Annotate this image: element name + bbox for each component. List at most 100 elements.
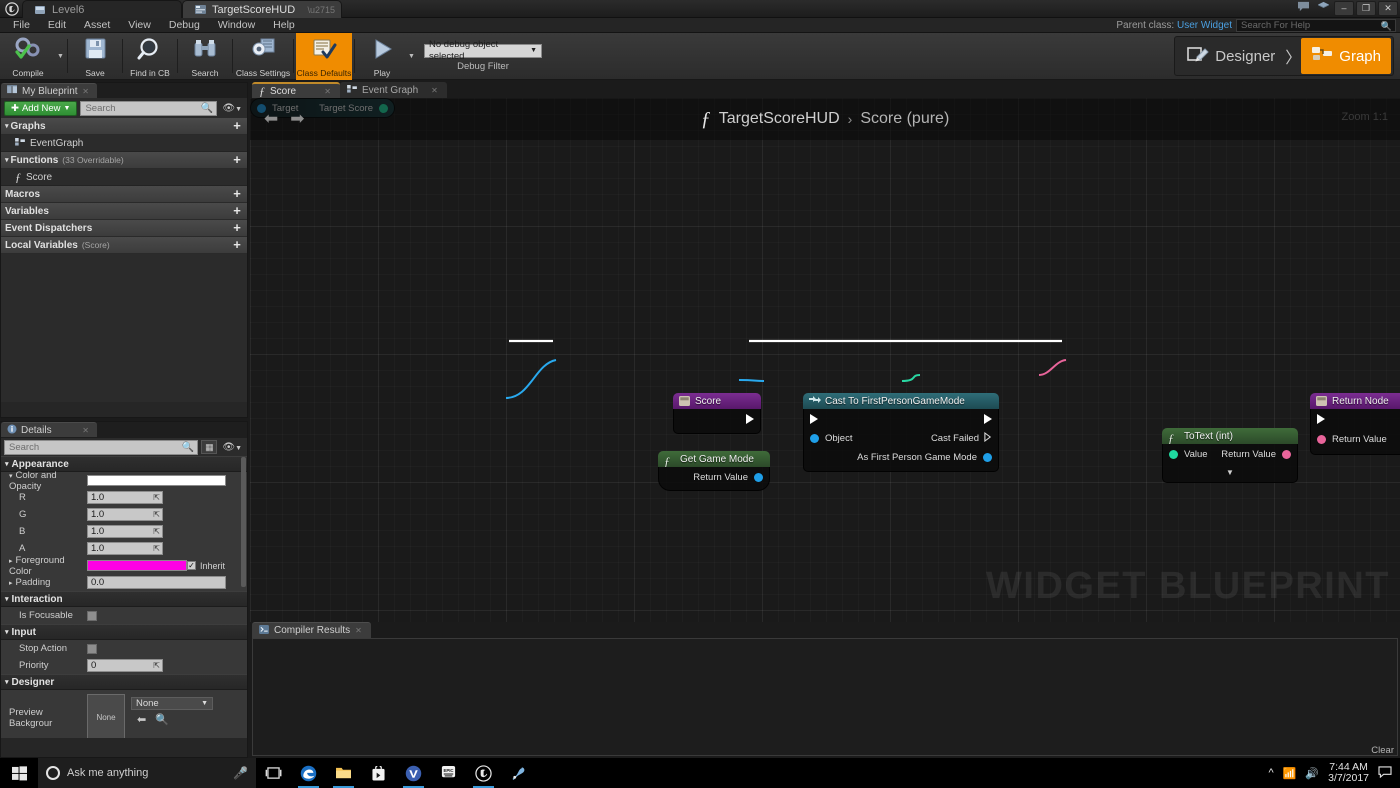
close-icon[interactable]: ✕ <box>82 87 89 96</box>
expander-icon[interactable]: ▾ <box>5 595 9 603</box>
menu-item-edit[interactable]: Edit <box>39 18 75 33</box>
action-center-icon[interactable] <box>1378 765 1392 781</box>
expander-icon[interactable]: ▾ <box>9 473 13 480</box>
g-input[interactable]: 1.0 ⇱ <box>87 508 163 521</box>
parent-class-value[interactable]: User Widget <box>1177 20 1232 31</box>
epic-games-launcher-icon[interactable]: EPIC <box>431 758 466 788</box>
window-tab-level6[interactable]: Level6 <box>22 0 182 18</box>
close-icon[interactable]: ✕ <box>423 86 438 95</box>
close-icon[interactable]: ✕ <box>355 626 362 635</box>
search-button[interactable]: Search <box>180 33 230 80</box>
node-expander-row[interactable]: ▼ <box>1163 465 1297 479</box>
return-value-output-pin[interactable] <box>1282 450 1291 459</box>
section-macros[interactable]: Macros + <box>1 186 247 203</box>
as-first-person-game-mode-output-pin[interactable] <box>983 453 992 462</box>
color-and-opacity-swatch[interactable] <box>87 475 226 486</box>
start-button[interactable] <box>0 758 38 788</box>
expander-icon[interactable]: ▾ <box>5 122 9 130</box>
b-input[interactable]: 1.0 ⇱ <box>87 525 163 538</box>
return-value-output-pin[interactable] <box>754 472 763 482</box>
view-options-button[interactable]: 👁▼ <box>220 103 244 114</box>
is-focusable-checkbox[interactable] <box>87 610 97 621</box>
spinner-icon[interactable]: ⇱ <box>153 526 162 537</box>
exec-output-pin[interactable] <box>746 414 754 424</box>
debug-object-select[interactable]: No debug object selected ▼ <box>424 39 542 62</box>
details-view-options-button[interactable]: 👁▼ <box>220 442 244 453</box>
network-icon[interactable]: 📶 <box>1283 767 1297 780</box>
priority-input[interactable]: 0 ⇱ <box>87 659 163 672</box>
exec-input-pin[interactable] <box>810 414 818 424</box>
navigate-back-button[interactable]: ⬅ <box>264 109 278 129</box>
details-search-input[interactable]: Search 🔍 <box>4 439 199 455</box>
expander-icon[interactable]: ▾ <box>5 628 9 636</box>
add-variable-button[interactable]: + <box>231 204 243 217</box>
close-icon[interactable]: ✕ <box>82 426 89 435</box>
to-text-int-node[interactable]: ƒ ToText (int) Value Return Value ▼ <box>1162 428 1298 483</box>
section-variables[interactable]: Variables + <box>1 203 247 220</box>
tab-compiler-results[interactable]: Compiler Results ✕ <box>252 622 371 638</box>
get-game-mode-node[interactable]: ƒ Get Game Mode Return Value <box>658 451 770 491</box>
file-explorer-icon[interactable] <box>326 758 361 788</box>
expander-icon[interactable]: ▸ <box>9 558 13 565</box>
save-button[interactable]: Save <box>70 33 120 80</box>
category-input[interactable]: ▾ Input <box>1 624 247 640</box>
graph-tab-score[interactable]: ƒ Score ✕ <box>252 82 340 98</box>
play-button[interactable]: Play <box>357 33 407 80</box>
add-function-button[interactable]: + <box>231 153 243 166</box>
inherit-checkbox[interactable]: ✓ <box>187 561 196 570</box>
play-dropdown-icon[interactable]: ▼ <box>407 53 416 60</box>
padding-input[interactable]: 0.0 <box>87 576 226 589</box>
help-search-input[interactable]: Search For Help 🔍 <box>1236 19 1396 32</box>
details-scrollbar[interactable] <box>241 457 246 587</box>
microphone-icon[interactable]: 🎤 <box>233 766 248 780</box>
paint-net-icon[interactable] <box>501 758 536 788</box>
spinner-icon[interactable]: ⇱ <box>153 543 162 554</box>
menu-item-asset[interactable]: Asset <box>75 18 119 33</box>
preview-background-asset-select[interactable]: None ▼ <box>131 697 213 710</box>
expander-icon[interactable]: ▾ <box>5 156 9 164</box>
spinner-icon[interactable]: ⇱ <box>153 509 162 520</box>
menu-item-window[interactable]: Window <box>209 18 264 33</box>
stop-action-checkbox[interactable] <box>87 643 97 654</box>
return-node[interactable]: Return Node Return Value <box>1310 393 1400 455</box>
graph-mode-button[interactable]: Graph <box>1301 38 1391 74</box>
object-input-pin[interactable] <box>810 434 819 443</box>
spinner-icon[interactable]: ⇱ <box>153 660 162 671</box>
menu-item-view[interactable]: View <box>119 18 160 33</box>
task-view-icon[interactable] <box>256 758 291 788</box>
menu-item-file[interactable]: File <box>4 18 39 33</box>
show-hidden-icons-icon[interactable]: ^ <box>1269 767 1274 779</box>
volume-icon[interactable]: 🔊 <box>1305 767 1319 780</box>
compile-button[interactable]: Compile <box>0 33 56 80</box>
my-blueprint-search-input[interactable]: Search 🔍 <box>80 100 218 116</box>
feedback-icon[interactable] <box>1294 1 1312 16</box>
exec-input-pin[interactable] <box>1317 414 1325 424</box>
minimize-button[interactable]: – <box>1334 1 1354 16</box>
close-button[interactable]: ✕ <box>1378 1 1398 16</box>
compiler-results-output[interactable] <box>252 638 1398 756</box>
section-local-variables[interactable]: Local Variables (Score) + <box>1 237 247 254</box>
class-settings-button[interactable]: Class Settings <box>235 33 291 80</box>
score-entry-node[interactable]: Score <box>673 393 761 434</box>
r-input[interactable]: 1.0 ⇱ <box>87 491 163 504</box>
edge-icon[interactable] <box>291 758 326 788</box>
window-tab-targetscorehud[interactable]: TargetScoreHUD \u2715 <box>182 0 342 18</box>
add-new-button[interactable]: ✚ Add New ▼ <box>4 100 78 116</box>
close-icon[interactable]: \u2715 <box>307 5 335 15</box>
expander-icon[interactable]: ▾ <box>5 460 9 468</box>
tab-details[interactable]: Details ✕ <box>1 422 97 437</box>
browse-asset-icon[interactable]: 🔍 <box>155 713 169 726</box>
graph-tab-event-graph[interactable]: Event Graph ✕ <box>340 82 447 98</box>
expander-icon[interactable]: ▸ <box>9 580 13 587</box>
return-value-input-pin[interactable] <box>1317 434 1326 444</box>
chevron-down-icon[interactable]: ▼ <box>1226 468 1234 477</box>
expander-icon[interactable]: ▾ <box>5 678 9 686</box>
unreal-editor-icon[interactable] <box>466 758 501 788</box>
preview-background-thumbnail[interactable]: None <box>87 694 125 738</box>
class-defaults-button[interactable]: Class Defaults <box>296 33 352 80</box>
section-functions[interactable]: ▾ Functions (33 Overridable) + <box>1 152 247 169</box>
category-designer[interactable]: ▾ Designer <box>1 674 247 690</box>
category-interaction[interactable]: ▾ Interaction <box>1 591 247 607</box>
add-local-variable-button[interactable]: + <box>231 238 243 251</box>
value-input-pin[interactable] <box>1169 450 1178 459</box>
